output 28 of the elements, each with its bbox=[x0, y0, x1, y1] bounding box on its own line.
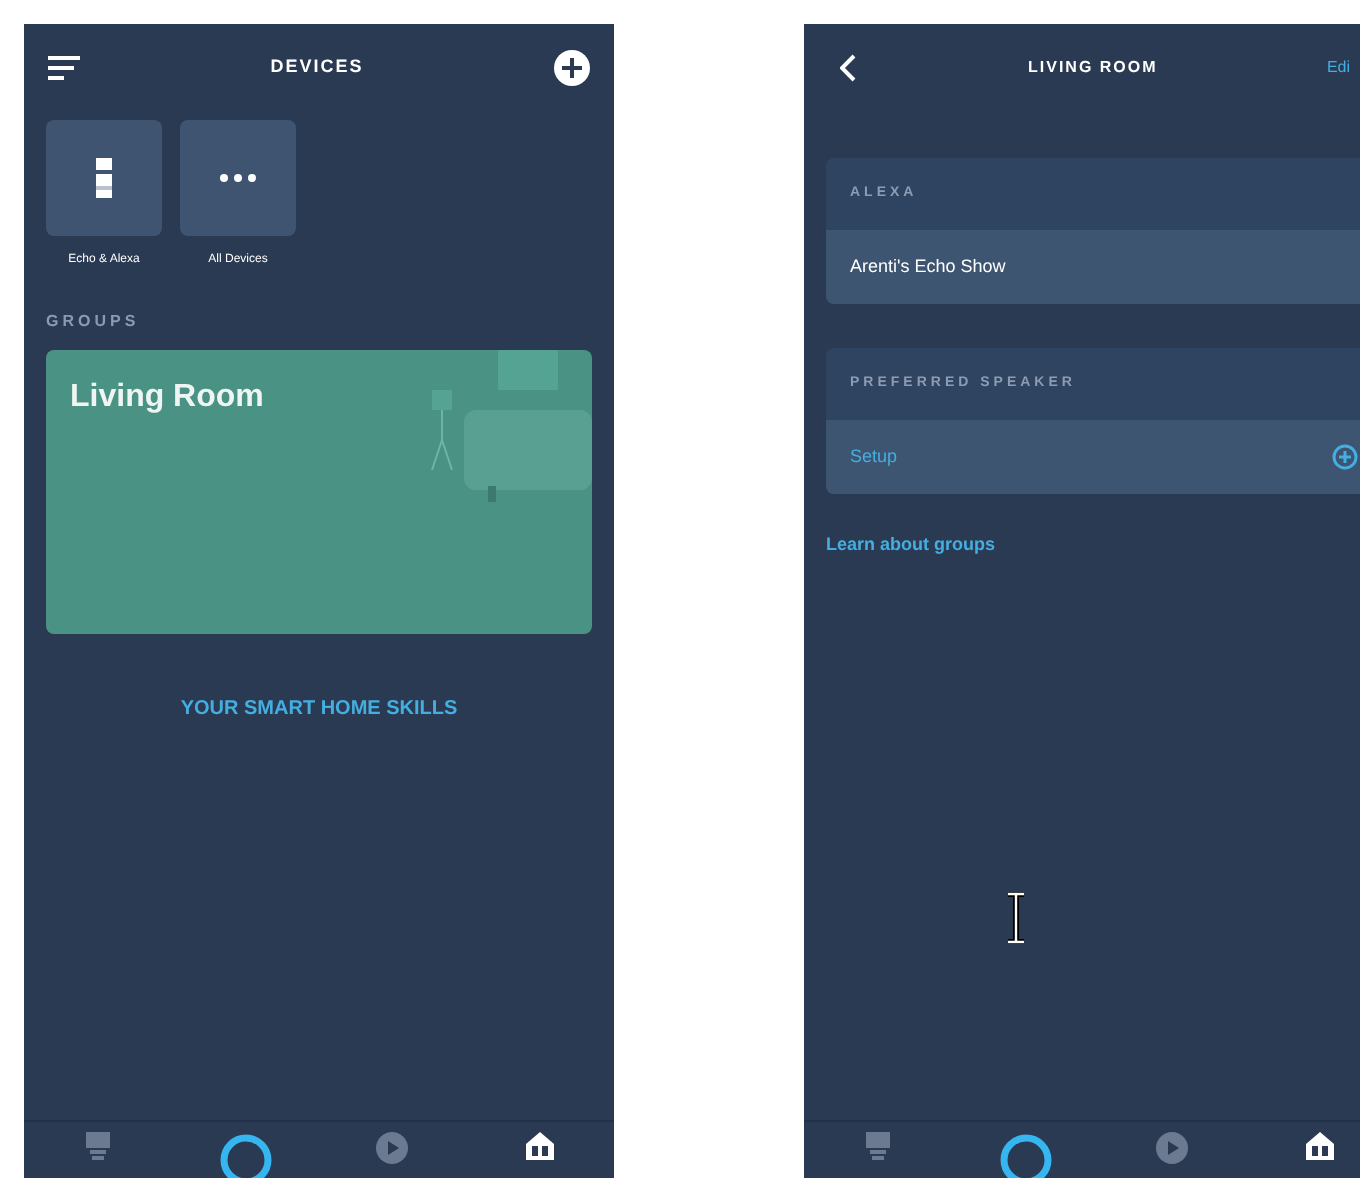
ring-icon[interactable] bbox=[997, 1132, 1054, 1178]
row-label: Arenti's Echo Show bbox=[850, 253, 1006, 280]
menu-icon[interactable] bbox=[48, 56, 80, 80]
group-card[interactable]: Living Room bbox=[46, 350, 592, 634]
back-icon[interactable] bbox=[840, 54, 856, 82]
device-tile[interactable] bbox=[180, 120, 296, 236]
section-heading: GROUPS bbox=[46, 310, 140, 334]
play-icon[interactable] bbox=[1156, 1132, 1189, 1164]
learn-link[interactable]: Learn about groups bbox=[826, 532, 996, 559]
list-row[interactable]: Setup bbox=[826, 420, 1360, 494]
more-icon bbox=[220, 174, 256, 182]
play-icon[interactable] bbox=[376, 1132, 409, 1164]
edit-link[interactable]: Edi bbox=[1326, 56, 1350, 80]
screen-title: DEVICES bbox=[270, 54, 364, 81]
device-tile[interactable] bbox=[46, 120, 162, 236]
speaker-icon bbox=[96, 158, 112, 198]
add-icon[interactable] bbox=[553, 50, 590, 86]
home-icon[interactable] bbox=[1306, 1132, 1335, 1160]
light-bulb-icon[interactable] bbox=[83, 1132, 112, 1164]
row-label: Setup bbox=[850, 443, 898, 470]
screen-title: LIVING ROOM bbox=[1028, 56, 1158, 80]
text-cursor-icon bbox=[1004, 892, 1028, 944]
home-icon[interactable] bbox=[526, 1132, 555, 1160]
group-title: Living Room bbox=[70, 380, 264, 414]
ring-icon[interactable] bbox=[217, 1132, 274, 1178]
list-row[interactable]: Arenti's Echo Show bbox=[826, 230, 1360, 304]
skills-link[interactable]: YOUR SMART HOME SKILLS bbox=[180, 694, 458, 724]
light-bulb-icon[interactable] bbox=[863, 1132, 892, 1164]
